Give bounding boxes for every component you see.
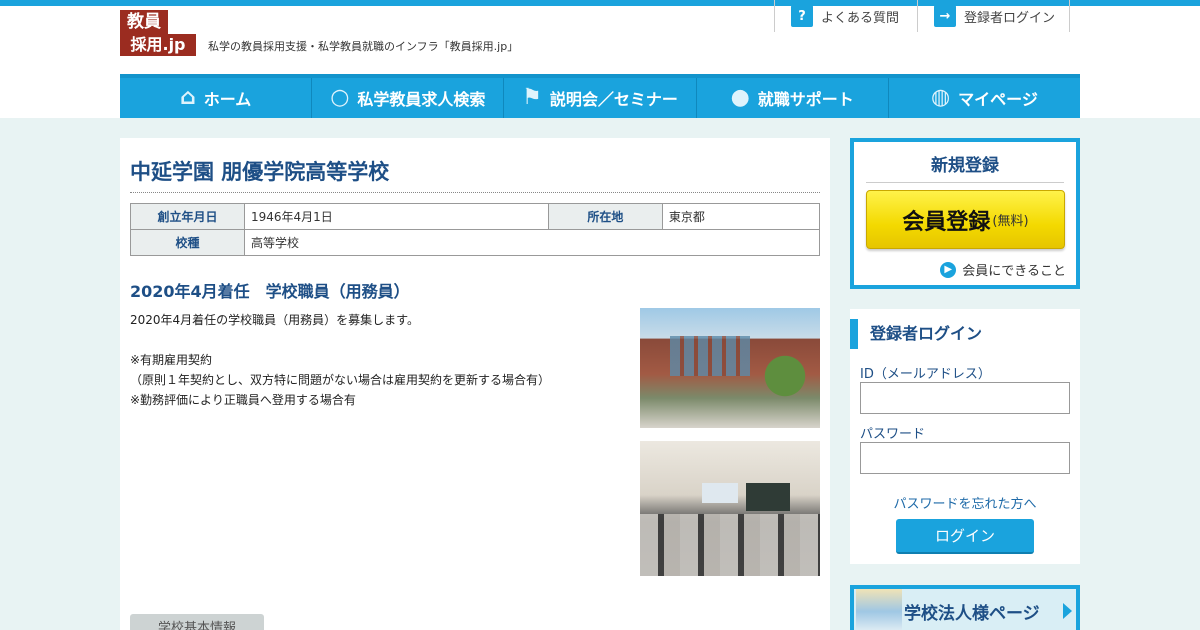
logo-text-top: 教員 xyxy=(120,10,168,35)
nav-mypage-label: マイページ xyxy=(958,90,1038,109)
school-info-table: 創立年月日 1946年4月1日 所在地 東京都 校種 高等学校 xyxy=(130,203,821,256)
tab-school-info[interactable]: 学校基本情報 xyxy=(130,614,264,630)
password-label: パスワード xyxy=(860,427,926,442)
nav-seminar[interactable]: ⚑ 説明会／セミナー xyxy=(504,78,697,118)
corporate-page-label: 学校法人様ページ xyxy=(904,604,1040,624)
school-building-photo xyxy=(640,308,820,428)
faq-link[interactable]: ? よくある質問 xyxy=(774,0,918,32)
location-label: 所在地 xyxy=(547,203,663,230)
arrow-right-icon: ▶ xyxy=(940,261,957,278)
speech-bubbles-icon: ● xyxy=(730,85,750,110)
member-benefits-link[interactable]: ▶ 会員にできること xyxy=(940,260,1066,279)
nav-home[interactable]: ⌂ ホーム xyxy=(120,78,313,118)
id-label: ID（メールアドレス） xyxy=(860,367,991,382)
register-button-label: 会員登録 xyxy=(902,209,991,235)
students xyxy=(640,514,820,576)
logo-text-bottom: 採用.jp xyxy=(120,34,196,56)
home-icon: ⌂ xyxy=(179,85,196,110)
job-note-3: ※勤務評価により正職員へ登用する場合有 xyxy=(130,393,356,407)
login-button[interactable]: ログイン xyxy=(896,519,1034,554)
projector-screen xyxy=(702,483,738,503)
register-heading: 新規登録 xyxy=(866,151,1064,183)
login-box: 登録者ログイン ID（メールアドレス） パスワード パスワードを忘れた方へ ログ… xyxy=(850,309,1080,564)
magnifier-icon: ○ xyxy=(330,85,350,110)
header-login-link[interactable]: → 登録者ログイン xyxy=(917,0,1070,32)
nav-job-search-label: 私学教員求人検索 xyxy=(357,90,486,109)
tree xyxy=(758,348,812,418)
job-note-1: ※有期雇用契約 xyxy=(130,353,213,367)
classroom-photo xyxy=(640,441,820,576)
founded-value: 1946年4月1日 xyxy=(244,203,549,230)
job-title: 2020年4月着任 学校職員（用務員） xyxy=(130,282,410,301)
table-row: 校種 高等学校 xyxy=(130,229,820,256)
nav-mypage[interactable]: ◍ マイページ xyxy=(889,78,1080,118)
table-row: 創立年月日 1946年4月1日 所在地 東京都 xyxy=(130,203,821,230)
nav-home-label: ホーム xyxy=(203,90,252,109)
nav-support-label: 就職サポート xyxy=(757,90,854,109)
job-description: 2020年4月着任の学校職員（用務員）を募集します。 ※有期雇用契約 （原則１年… xyxy=(130,310,620,410)
site-logo[interactable]: 教員 採用.jp xyxy=(120,10,196,56)
job-intro: 2020年4月着任の学校職員（用務員）を募集します。 xyxy=(130,313,419,327)
main-content: 中延学園 朋優学院高等学校 創立年月日 1946年4月1日 所在地 東京都 校種… xyxy=(120,138,830,630)
founded-label: 創立年月日 xyxy=(130,203,245,230)
triangle-right-icon xyxy=(1063,603,1072,619)
site-tagline: 私学の教員採用支援・私学教員就職のインフラ「教員採用.jp」 xyxy=(208,40,519,53)
type-label: 校種 xyxy=(130,229,245,256)
login-heading: 登録者ログイン xyxy=(850,319,1080,349)
school-building-illustration xyxy=(856,589,902,630)
register-button[interactable]: 会員登録 (無料) xyxy=(866,190,1065,249)
corporate-page-banner[interactable]: 学校法人様ページ xyxy=(850,585,1080,630)
type-value: 高等学校 xyxy=(244,229,820,256)
location-value: 東京都 xyxy=(661,203,821,230)
nav-job-search[interactable]: ○ 私学教員求人検索 xyxy=(312,78,505,118)
school-name: 中延学園 朋優学院高等学校 xyxy=(130,148,820,193)
global-nav: ⌂ ホーム ○ 私学教員求人検索 ⚑ 説明会／セミナー ● 就職サポート ◍ マ… xyxy=(120,74,1080,118)
flag-icon: ⚑ xyxy=(522,85,542,110)
building-windows xyxy=(670,336,750,376)
faq-label: よくある質問 xyxy=(821,10,900,26)
job-note-2: （原則１年契約とし、双方特に問題がない場合は雇用契約を更新する場合有） xyxy=(130,373,551,387)
header-login-label: 登録者ログイン xyxy=(964,10,1056,26)
member-benefits-label: 会員にできること xyxy=(962,264,1066,279)
nav-support[interactable]: ● 就職サポート xyxy=(697,78,889,118)
question-icon: ? xyxy=(791,5,813,27)
nav-seminar-label: 説明会／セミナー xyxy=(549,90,678,109)
password-field[interactable] xyxy=(860,442,1070,474)
register-free-label: (無料) xyxy=(992,214,1029,229)
blackboard xyxy=(746,483,790,511)
email-field[interactable] xyxy=(860,382,1070,414)
register-box: 新規登録 会員登録 (無料) ▶ 会員にできること xyxy=(850,138,1080,289)
forgot-password-link[interactable]: パスワードを忘れた方へ xyxy=(850,493,1080,512)
person-icon: ◍ xyxy=(930,85,951,110)
login-icon: → xyxy=(934,5,956,27)
